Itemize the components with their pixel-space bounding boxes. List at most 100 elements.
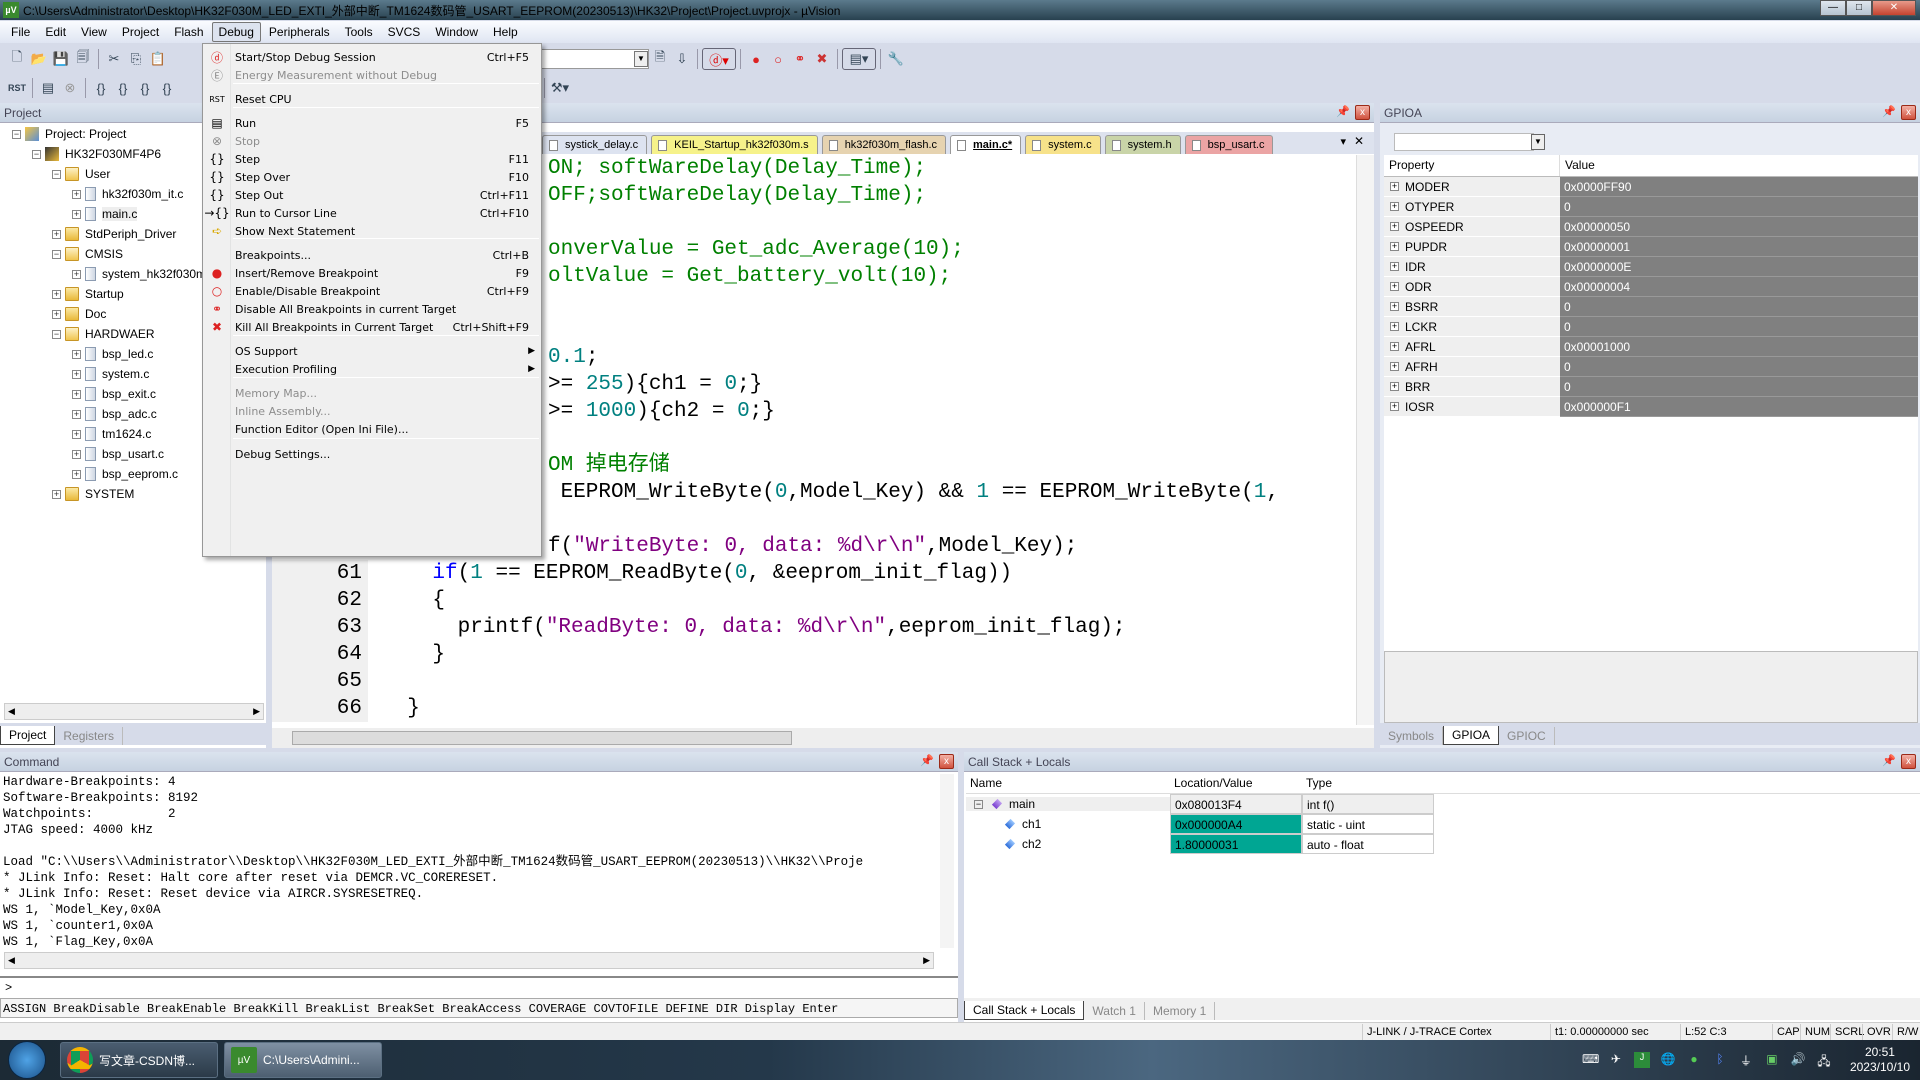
callstack-row[interactable]: ch2 1.80000031 auto - float [966,834,1920,854]
editor-hscroll[interactable] [272,728,1374,748]
network-icon[interactable]: 🖧 [1816,1052,1832,1068]
register-row[interactable]: + LCKR 0 [1384,317,1918,337]
editor-tab-main-c[interactable]: main.c* [950,135,1022,154]
run-icon[interactable]: ▤ [37,77,59,99]
menu-peripherals[interactable]: Peripherals [262,22,337,42]
register-row[interactable]: + ODR 0x00000004 [1384,277,1918,297]
start-button[interactable] [8,1041,46,1079]
expand-icon[interactable]: + [52,289,61,299]
expand-icon[interactable]: + [72,349,81,359]
save-icon[interactable]: 💾 [50,48,72,70]
expand-icon[interactable]: + [52,229,61,239]
tab-project[interactable]: Project [0,726,56,745]
expand-icon[interactable]: + [1390,362,1399,371]
taskbar-item-uvision[interactable]: µV C:\Users\Admini... [224,1042,382,1078]
register-value[interactable]: 0 [1560,197,1918,217]
expand-icon[interactable]: + [72,209,81,219]
pin-icon[interactable]: 📌 [1882,105,1896,118]
command-input[interactable]: > [0,976,958,996]
tab-gpioa[interactable]: GPIOA [1443,726,1500,745]
register-row[interactable]: + BSRR 0 [1384,297,1918,317]
gpio-filter-select[interactable]: ▼ [1394,133,1545,151]
copy-icon[interactable]: ⎘ [125,48,147,70]
code-line[interactable]: 63 printf("ReadByte: 0, data: %d\r\n",ee… [272,614,1354,641]
tab-watch-1[interactable]: Watch 1 [1084,1002,1145,1020]
taskbar-item-chrome[interactable]: 写文章-CSDN博... [60,1042,218,1078]
volume-icon[interactable]: 🔊 [1790,1052,1806,1068]
editor-tab-hk32f030m-flash-c[interactable]: hk32f030m_flash.c [821,135,947,154]
expand-icon[interactable]: + [52,309,61,319]
reset-cpu-icon[interactable]: RST [6,77,28,99]
tab-call-stack-locals[interactable]: Call Stack + Locals [964,1001,1085,1020]
register-row[interactable]: + PUPDR 0x00000001 [1384,237,1918,257]
close-button[interactable]: ✕ [1872,0,1916,16]
project-hscroll[interactable]: ◀ ▶ [4,703,264,720]
code-line[interactable]: 65 [272,668,1354,695]
jlink-icon[interactable]: J [1633,1052,1650,1068]
register-value[interactable]: 0 [1560,377,1918,397]
register-value[interactable]: 0x0000000E [1560,257,1918,277]
register-value[interactable]: 0x00000001 [1560,237,1918,257]
expand-icon[interactable]: + [1390,182,1399,191]
register-row[interactable]: + OSPEEDR 0x00000050 [1384,217,1918,237]
editor-tab-systick-delay-c[interactable]: systick_delay.c [542,135,648,154]
chevron-down-icon[interactable]: ▼ [1531,134,1545,150]
expand-icon[interactable]: + [1390,242,1399,251]
editor-tab-keil-startup-hk32f030m-s[interactable]: KEIL_Startup_hk32f030m.s [651,135,818,154]
callstack-value[interactable]: 0x000000A4 [1170,814,1302,834]
menu-item-execution-profiling[interactable]: Execution Profiling ▶ [203,358,541,380]
wrench-icon[interactable]: 🔧 [885,48,907,70]
debug-session-icon[interactable]: ⓓ▾ [702,48,736,70]
code-line[interactable]: 66 } [272,695,1354,722]
collapse-icon[interactable]: − [32,149,41,159]
expand-icon[interactable]: + [72,189,81,199]
editor-tab-system-h[interactable]: system.h [1104,135,1181,154]
expand-icon[interactable]: + [72,449,81,459]
breakpoint-outline-icon[interactable]: ○ [767,48,789,70]
command-hscroll[interactable]: ◀ ▶ [4,952,934,969]
editor-vscroll[interactable] [1356,155,1374,725]
register-row[interactable]: + MODER 0x0000FF90 [1384,177,1918,197]
menu-item-function-editor-open-ini-file[interactable]: Function Editor (Open Ini File)... [203,418,541,440]
expand-icon[interactable]: + [72,389,81,399]
clock[interactable]: 20:51 2023/10/10 [1850,1045,1910,1075]
register-row[interactable]: + IDR 0x0000000E [1384,257,1918,277]
kill-breakpoints-icon[interactable]: ✖ [811,48,833,70]
register-row[interactable]: + IOSR 0x000000F1 [1384,397,1918,417]
tab-symbols[interactable]: Symbols [1380,727,1444,745]
tools-icon[interactable]: ⚒▾ [549,77,571,99]
tab-gpioc[interactable]: GPIOC [1499,727,1555,745]
chevron-down-icon[interactable]: ▼ [634,51,648,67]
pin-icon[interactable]: 📌 [920,754,934,767]
menu-item-energy-measurement-without-debug[interactable]: Ⓔ Energy Measurement without Debug [203,64,541,86]
expand-icon[interactable]: + [52,489,61,499]
expand-icon[interactable]: + [1390,402,1399,411]
register-value[interactable]: 0 [1560,317,1918,337]
code-line[interactable]: 64 } [272,641,1354,668]
expand-icon[interactable]: + [1390,262,1399,271]
expand-icon[interactable]: + [72,269,81,279]
stop-icon[interactable]: ⊗ [59,77,81,99]
register-value[interactable]: 0x00000050 [1560,217,1918,237]
close-icon[interactable]: x [939,754,954,769]
options-icon[interactable]: 🗎 [649,48,671,70]
menu-item-kill-all-breakpoints-in-current-target[interactable]: ✖ Kill All Breakpoints in Current Target C… [203,316,541,338]
code-line[interactable]: 62 { [272,587,1354,614]
column-header-location[interactable]: Location/Value [1170,776,1302,790]
maximize-button[interactable]: □ [1846,0,1872,16]
menu-debug[interactable]: Debug [211,22,261,42]
close-tab-icon[interactable]: ✕ [1354,134,1364,148]
column-header-name[interactable]: Name [966,776,1170,790]
minimize-button[interactable]: — [1820,0,1846,16]
menu-edit[interactable]: Edit [38,22,73,42]
callstack-row[interactable]: ch1 0x000000A4 static - uint [966,814,1920,834]
open-file-icon[interactable]: 📂 [28,48,50,70]
expand-icon[interactable]: + [72,409,81,419]
expand-icon[interactable]: + [72,429,81,439]
register-value[interactable]: 0x000000F1 [1560,397,1918,417]
network-tool-icon[interactable]: ✈ [1608,1052,1624,1068]
new-file-icon[interactable]: 🗋 [6,48,28,70]
register-row[interactable]: + AFRH 0 [1384,357,1918,377]
command-vscroll[interactable] [940,774,954,948]
register-row[interactable]: + BRR 0 [1384,377,1918,397]
